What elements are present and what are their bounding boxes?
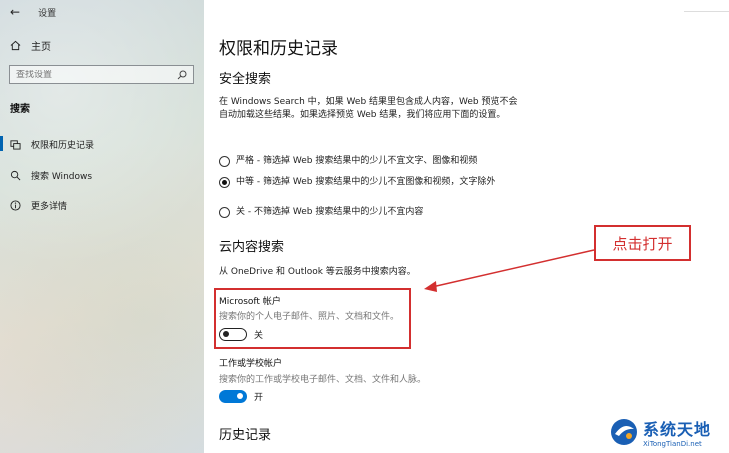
- work-account-toggle-row[interactable]: 开: [219, 390, 263, 403]
- info-icon: [10, 200, 21, 211]
- radio-label: 中等 - 筛选掉 Web 搜索结果中的少儿不宜图像和视频，文字除外: [236, 177, 496, 187]
- radio-button[interactable]: [219, 156, 230, 167]
- search-icon[interactable]: [177, 70, 187, 80]
- sidebar-item-label: 权限和历史记录: [31, 141, 95, 151]
- sidebar-item-label: 更多详情: [31, 202, 68, 212]
- home-link[interactable]: 主页: [10, 38, 51, 53]
- toggle-state-label: 关: [254, 331, 264, 341]
- settings-search-box[interactable]: [9, 65, 194, 84]
- work-account-toggle[interactable]: [219, 390, 247, 403]
- settings-search-input[interactable]: [16, 69, 166, 80]
- history-heading: 历史记录: [219, 428, 272, 443]
- watermark-sub-text: XiTongTianDi.net: [643, 440, 702, 448]
- radio-label: 严格 - 筛选掉 Web 搜索结果中的少儿不宜文字、图像和视频: [236, 156, 478, 166]
- microsoft-account-toggle-row[interactable]: 关: [219, 328, 263, 341]
- radio-off[interactable]: 关 - 不筛选掉 Web 搜索结果中的少儿不宜内容: [219, 206, 521, 219]
- home-icon: [10, 40, 21, 51]
- radio-moderate[interactable]: 中等 - 筛选掉 Web 搜索结果中的少儿不宜图像和视频，文字除外: [219, 176, 521, 189]
- sidebar-item-permissions[interactable]: 权限和历史记录: [0, 136, 95, 151]
- radio-strict[interactable]: 严格 - 筛选掉 Web 搜索结果中的少儿不宜文字、图像和视频: [219, 155, 521, 168]
- sidebar-section-label: 搜索: [10, 104, 30, 115]
- window-title: 设置: [38, 8, 57, 19]
- annotation-callout: 点击打开: [594, 225, 691, 261]
- title-bar: ← 设置: [10, 5, 56, 19]
- page-title: 权限和历史记录: [219, 39, 338, 59]
- work-account-sublabel: 搜索你的工作或学校电子邮件、文档、文件和人脉。: [219, 375, 427, 385]
- microsoft-account-label: Microsoft 帐户: [219, 297, 281, 307]
- radio-label: 关 - 不筛选掉 Web 搜索结果中的少儿不宜内容: [236, 207, 424, 217]
- back-arrow-icon[interactable]: ←: [10, 5, 20, 19]
- microsoft-account-toggle[interactable]: [219, 328, 247, 341]
- safe-search-description: 在 Windows Search 中，如果 Web 结果里包含成人内容，Web …: [219, 97, 518, 120]
- microsoft-account-sublabel: 搜索你的个人电子邮件、照片、文档和文件。: [219, 312, 400, 322]
- window-edge: [684, 0, 729, 12]
- cloud-search-description: 从 OneDrive 和 Outlook 等云服务中搜索内容。: [219, 267, 416, 277]
- toggle-state-label: 开: [254, 393, 264, 403]
- sidebar-item-label: 搜索 Windows: [31, 172, 93, 182]
- search-icon: [10, 170, 21, 181]
- sidebar: ← 设置 主页 搜索 权限和历史记录: [0, 0, 204, 453]
- watermark-main-text: 系统天地: [643, 420, 712, 439]
- safe-search-heading: 安全搜索: [219, 72, 272, 87]
- annotation-text: 点击打开: [612, 234, 673, 253]
- sidebar-item-more-details[interactable]: 更多详情: [10, 199, 67, 212]
- home-label: 主页: [31, 42, 51, 53]
- permissions-icon: [10, 140, 21, 150]
- cloud-search-heading: 云内容搜索: [219, 240, 285, 255]
- radio-button[interactable]: [219, 177, 230, 188]
- sidebar-item-search-windows[interactable]: 搜索 Windows: [10, 169, 92, 182]
- radio-button[interactable]: [219, 207, 230, 218]
- work-account-label: 工作或学校帐户: [219, 359, 283, 369]
- watermark: 系统天地 XiTongTianDi.net: [609, 412, 727, 452]
- watermark-logo-icon: [611, 419, 637, 445]
